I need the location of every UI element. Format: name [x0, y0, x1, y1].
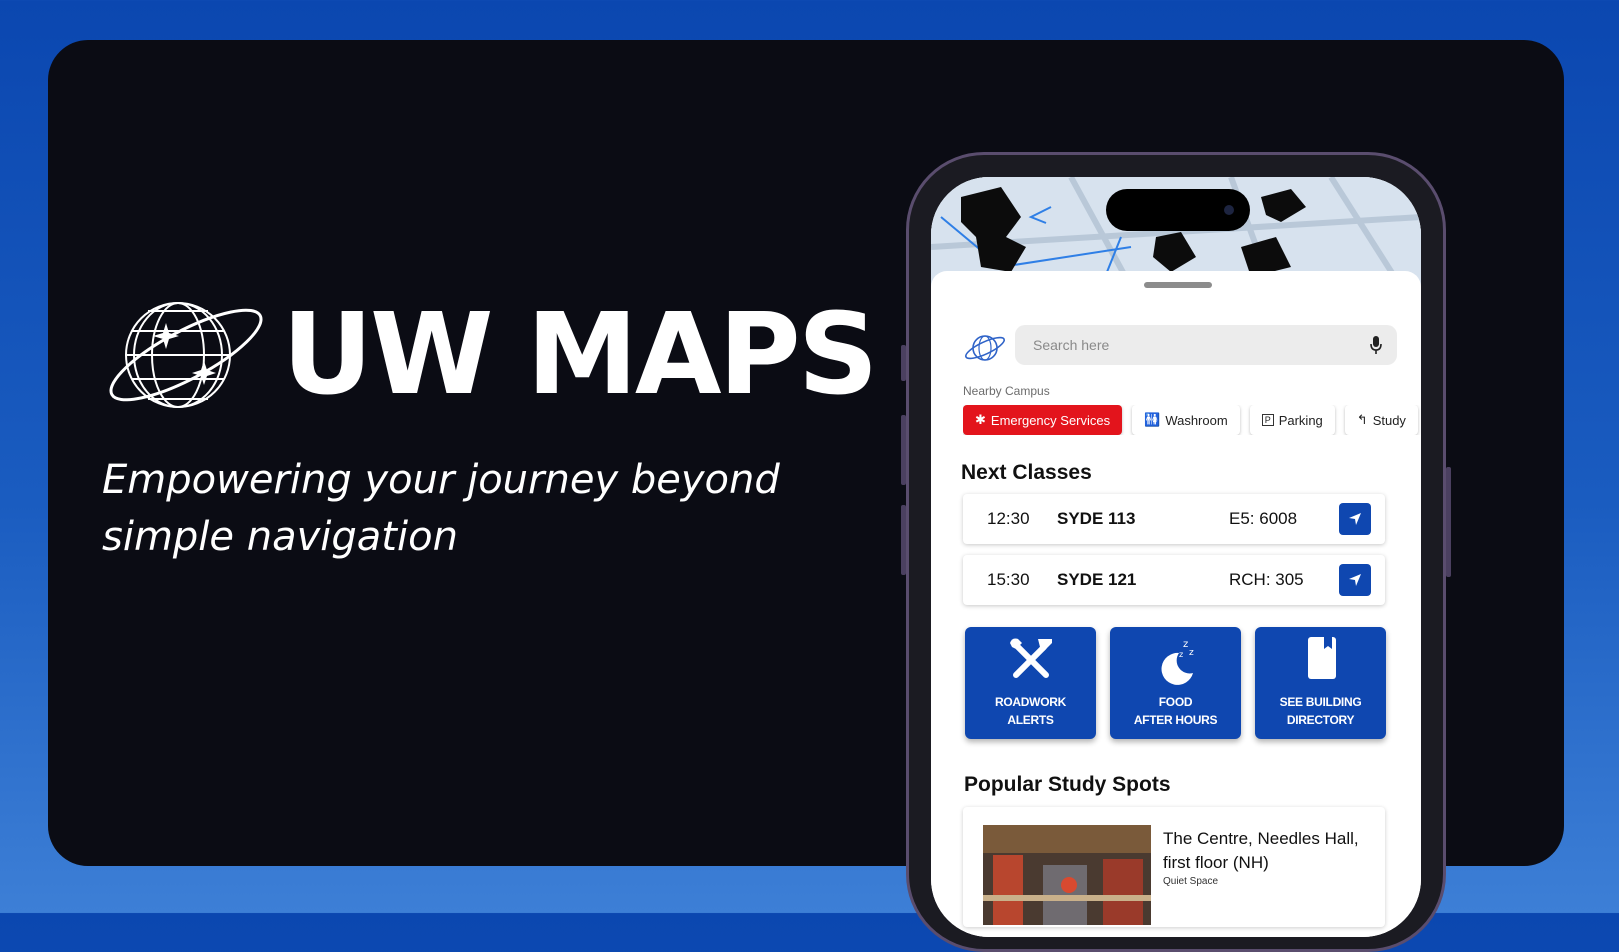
- navigation-arrow-icon: [1349, 574, 1361, 586]
- navigation-arrow-icon: [1349, 513, 1361, 525]
- book-icon: [1307, 637, 1336, 679]
- class-row[interactable]: 15:30 SYDE 121 RCH: 305: [963, 555, 1385, 605]
- phone-mockup: Search here Nearby Campus ✱ Emergency Se…: [901, 152, 1451, 952]
- brand-lockup: UW MAPS: [106, 290, 878, 420]
- microphone-icon[interactable]: [1369, 335, 1383, 355]
- phone-volume-up-button: [901, 415, 906, 485]
- chip-label: Washroom: [1165, 412, 1228, 428]
- chip-emergency-services[interactable]: ✱ Emergency Services: [963, 405, 1123, 435]
- class-room: RCH: 305: [1229, 570, 1304, 589]
- dynamic-island: [1106, 189, 1250, 231]
- svg-text:z: z: [1179, 650, 1183, 659]
- bottom-sheet[interactable]: Search here Nearby Campus ✱ Emergency Se…: [931, 271, 1421, 937]
- study-icon: ↰: [1356, 412, 1368, 427]
- moon-sleep-icon: z z z: [1161, 639, 1194, 685]
- next-classes-heading: Next Classes: [961, 461, 1092, 484]
- brand-title: UW MAPS: [282, 290, 878, 420]
- parking-icon: P: [1261, 414, 1274, 426]
- nearby-campus-label: Nearby Campus: [963, 384, 1050, 398]
- food-after-hours-tile[interactable]: z z z FOOD AFTER HOURS: [1110, 627, 1241, 739]
- building-directory-tile[interactable]: SEE BUILDING DIRECTORY: [1255, 627, 1386, 739]
- app-logo-icon: [964, 335, 1006, 361]
- class-course: SYDE 113: [1057, 509, 1136, 528]
- tagline: Empowering your journey beyond simple na…: [102, 452, 802, 566]
- tagline-line-2: simple navigation: [102, 514, 458, 560]
- navigate-button[interactable]: [1339, 564, 1371, 596]
- class-room: E5: 6008: [1229, 509, 1298, 528]
- class-course: SYDE 121: [1057, 570, 1137, 589]
- tile-label-line-1: FOOD: [1158, 695, 1193, 709]
- sheet-grabber[interactable]: [1144, 282, 1212, 288]
- search-bar[interactable]: Search here: [1015, 325, 1397, 365]
- washroom-icon: 🚻: [1144, 412, 1161, 427]
- globe-logo-icon: [109, 302, 263, 408]
- study-spots-heading: Popular Study Spots: [964, 773, 1171, 796]
- quick-actions: ROADWORK ALERTS z z z FOOD AFTER HOURS S…: [965, 627, 1386, 739]
- tile-label-line-2: ALERTS: [1007, 713, 1054, 727]
- phone-volume-down-button: [901, 505, 906, 575]
- phone-action-button: [901, 345, 906, 381]
- search-input[interactable]: Search here: [1033, 337, 1369, 353]
- chip-label: Parking: [1278, 412, 1323, 428]
- tools-icon: [1009, 638, 1052, 678]
- study-spot-photo: [983, 825, 1151, 925]
- chip-label: Emergency Services: [990, 412, 1111, 428]
- class-time: 12:30: [987, 509, 1030, 528]
- svg-text:z: z: [1183, 639, 1188, 650]
- tile-label-line-1: SEE BUILDING: [1279, 695, 1362, 709]
- study-spot-card[interactable]: The Centre, Needles Hall, first floor (N…: [963, 807, 1385, 927]
- class-row[interactable]: 12:30 SYDE 113 E5: 6008: [963, 494, 1385, 544]
- roadwork-alerts-tile[interactable]: ROADWORK ALERTS: [965, 627, 1096, 739]
- study-spot-title: The Centre, Needles Hall, first floor (N…: [1163, 829, 1359, 872]
- class-time: 15:30: [987, 570, 1030, 589]
- tile-label-line-1: ROADWORK: [995, 695, 1066, 709]
- tile-label-line-2: AFTER HOURS: [1133, 713, 1218, 727]
- asterisk-icon: ✱: [975, 412, 986, 427]
- study-spot-subtitle: Quiet Space: [1163, 876, 1219, 887]
- svg-text:z: z: [1189, 648, 1194, 658]
- tile-label-line-2: DIRECTORY: [1286, 713, 1355, 727]
- phone-screen: Search here Nearby Campus ✱ Emergency Se…: [931, 177, 1421, 937]
- chip-washroom[interactable]: 🚻 Washroom: [1132, 405, 1240, 435]
- chip-study[interactable]: ↰ Study: [1344, 405, 1418, 435]
- chip-label: Study: [1372, 412, 1406, 428]
- category-chips: ✱ Emergency Services 🚻 Washroom P Parkin…: [963, 405, 1421, 435]
- tagline-line-1: Empowering your journey beyond: [102, 457, 780, 503]
- phone-power-button: [1446, 467, 1451, 577]
- chip-parking[interactable]: P Parking: [1249, 405, 1335, 435]
- navigate-button[interactable]: [1339, 503, 1371, 535]
